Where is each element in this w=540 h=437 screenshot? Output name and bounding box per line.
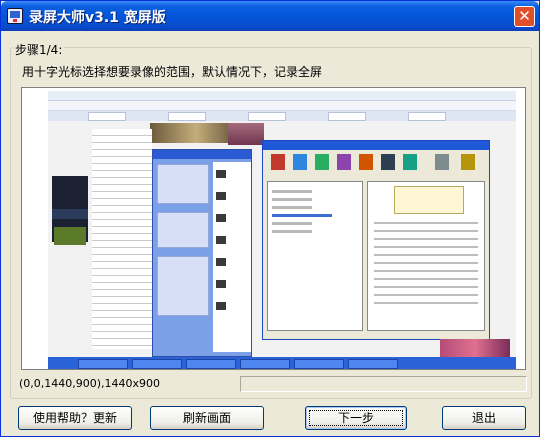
help-update-button[interactable]: 使用帮助？更新 [18, 406, 132, 430]
close-icon: ✕ [518, 7, 531, 25]
window-title: 录屏大师v3.1 宽屏版 [29, 10, 166, 26]
refresh-button[interactable]: 刷新画面 [150, 406, 264, 430]
step-instruction: 用十字光标选择想要录像的范围，默认情况下，记录全屏 [22, 65, 323, 79]
refresh-label: 刷新画面 [182, 411, 231, 425]
app-icon [7, 8, 23, 24]
next-button[interactable]: 下一步 [305, 406, 407, 430]
title-bar[interactable]: 录屏大师v3.1 宽屏版 ✕ [1, 1, 539, 31]
exit-button[interactable]: 退出 [442, 406, 526, 430]
help-update-label: 使用帮助？更新 [32, 411, 117, 425]
close-button[interactable]: ✕ [514, 6, 535, 27]
region-readout: (0,0,1440,900),1440x900 [19, 377, 161, 390]
status-panel [240, 376, 527, 392]
step-legend: 步骤1/4: [13, 41, 65, 58]
preview-screenshot [48, 91, 516, 369]
screen-preview[interactable] [21, 87, 526, 370]
next-label: 下一步 [337, 411, 374, 425]
exit-label: 退出 [471, 411, 496, 425]
main-window: 录屏大师v3.1 宽屏版 ✕ 步骤1/4: 用十字光标选择想要录像的范围，默认情… [0, 0, 540, 437]
